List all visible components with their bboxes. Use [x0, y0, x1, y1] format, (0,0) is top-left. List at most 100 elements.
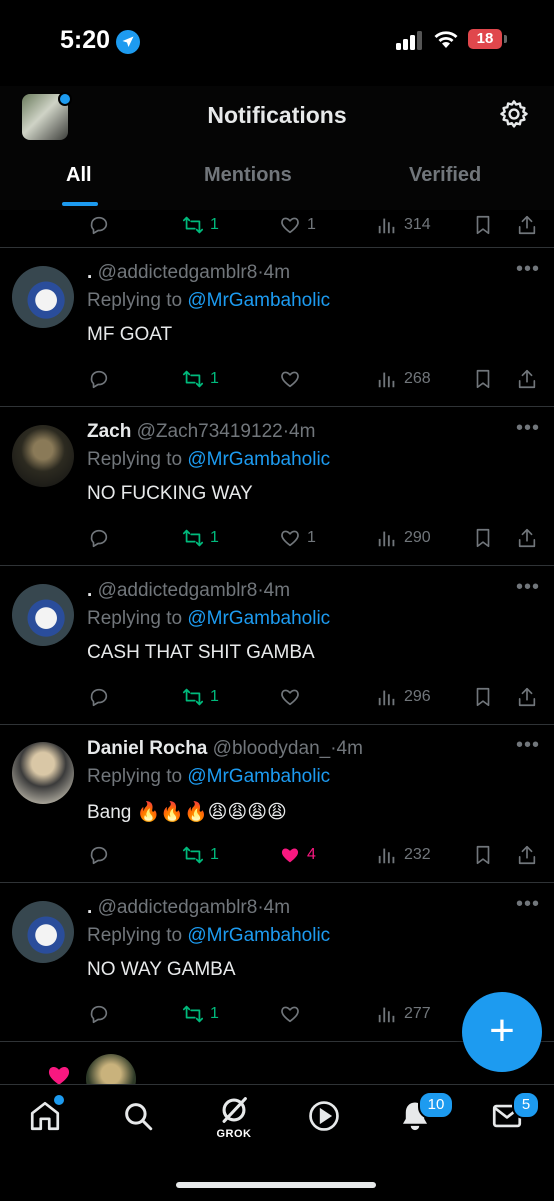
mention-link[interactable]: @MrGambaholic — [187, 290, 330, 311]
share-button[interactable] — [516, 682, 538, 712]
avatar[interactable] — [12, 425, 74, 487]
views-button[interactable]: 232 — [376, 840, 431, 870]
reply-button[interactable] — [88, 840, 110, 870]
post-text: NO FUCKING WAY — [87, 483, 253, 504]
status-time: 5:20 — [60, 26, 111, 54]
bookmark-button[interactable] — [472, 364, 494, 394]
like-count: 1 — [307, 216, 316, 233]
reply-button[interactable] — [88, 682, 110, 712]
list-item[interactable]: . @addictedgamblr8·4m ••• Replying to @M… — [0, 566, 554, 725]
list-item[interactable]: 1 1 314 — [0, 210, 554, 248]
reply-button[interactable] — [88, 210, 110, 240]
post-text: CASH THAT SHIT GAMBA — [87, 642, 315, 663]
share-button[interactable] — [516, 840, 538, 870]
like-count: 4 — [307, 846, 316, 863]
views-button[interactable]: 268 — [376, 364, 431, 394]
views-icon — [378, 372, 395, 388]
grok-tab[interactable]: GROK — [212, 1093, 256, 1149]
tab-all[interactable]: All — [66, 164, 92, 187]
mention-link[interactable]: @MrGambaholic — [187, 608, 330, 629]
avatar[interactable] — [12, 742, 74, 804]
battery-level: 18 — [468, 29, 502, 49]
retweet-button[interactable]: 1 — [182, 682, 219, 712]
author-name[interactable]: . — [87, 897, 92, 918]
author-name[interactable]: Daniel Rocha — [87, 738, 207, 759]
avatar[interactable] — [12, 901, 74, 963]
notifications-tab[interactable]: 10 — [398, 1091, 454, 1139]
like-button[interactable]: 1 — [279, 210, 316, 240]
heart-icon — [281, 689, 299, 706]
more-options-icon[interactable]: ••• — [516, 576, 540, 599]
avatar[interactable] — [12, 266, 74, 328]
post-header: . @addictedgamblr8·4m — [87, 580, 291, 601]
post-header: Zach @Zach73419122·4m — [87, 421, 316, 442]
post-time: 4m — [263, 262, 291, 283]
reply-button[interactable] — [88, 999, 110, 1029]
retweet-button[interactable]: 1 — [182, 840, 219, 870]
list-item[interactable]: . @addictedgamblr8·4m ••• Replying to @M… — [0, 248, 554, 407]
author-handle[interactable]: @addictedgamblr8 — [98, 262, 258, 283]
retweet-button[interactable]: 1 — [182, 999, 219, 1029]
retweet-button[interactable]: 1 — [182, 210, 219, 240]
bookmark-button[interactable] — [472, 523, 494, 553]
bookmark-button[interactable] — [472, 840, 494, 870]
share-button[interactable] — [516, 523, 538, 553]
tab-verified[interactable]: Verified — [409, 164, 481, 187]
like-button[interactable]: 4 — [279, 840, 316, 870]
replying-prefix: Replying to — [87, 766, 188, 787]
more-options-icon[interactable]: ••• — [516, 258, 540, 281]
reply-button[interactable] — [88, 523, 110, 553]
author-handle[interactable]: @Zach73419122 — [137, 421, 283, 442]
post-time: 4m — [336, 738, 363, 759]
bookmark-button[interactable] — [472, 210, 494, 240]
messages-badge: 5 — [512, 1091, 540, 1119]
reply-button[interactable] — [88, 364, 110, 394]
share-button[interactable] — [516, 210, 538, 240]
home-notification-dot — [54, 1095, 64, 1105]
author-handle[interactable]: @addictedgamblr8 — [98, 897, 258, 918]
author-handle[interactable]: @bloodydan_ — [213, 738, 331, 759]
author-handle[interactable]: @addictedgamblr8 — [98, 580, 258, 601]
reply-icon — [90, 846, 108, 865]
mention-link[interactable]: @MrGambaholic — [187, 449, 330, 470]
search-tab[interactable] — [121, 1099, 161, 1139]
post-actions: 1 296 — [0, 682, 554, 712]
author-name[interactable]: Zach — [87, 421, 131, 442]
like-button[interactable] — [279, 682, 307, 712]
post-actions: 1 1 314 — [0, 210, 554, 240]
retweet-count: 1 — [210, 529, 219, 546]
post-header: Daniel Rocha @bloodydan_·4m — [87, 738, 363, 759]
notifications-feed[interactable]: 1 1 314 . @addictedgamblr8·4m ••• Replyi… — [0, 210, 554, 1084]
views-button[interactable]: 277 — [376, 999, 431, 1029]
home-tab[interactable] — [28, 1095, 68, 1139]
more-options-icon[interactable]: ••• — [516, 734, 540, 757]
list-item[interactable]: Daniel Rocha @bloodydan_·4m ••• Replying… — [0, 724, 554, 883]
bookmark-button[interactable] — [472, 682, 494, 712]
avatar[interactable] — [86, 1054, 136, 1084]
list-item[interactable]: Zach @Zach73419122·4m ••• Replying to @M… — [0, 407, 554, 566]
messages-tab[interactable]: 5 — [490, 1091, 540, 1139]
retweet-count: 1 — [210, 216, 219, 233]
more-options-icon[interactable]: ••• — [516, 417, 540, 440]
like-button[interactable] — [279, 999, 307, 1029]
like-button[interactable] — [279, 364, 307, 394]
author-name[interactable]: . — [87, 262, 92, 283]
share-button[interactable] — [516, 364, 538, 394]
notifications-badge: 10 — [418, 1091, 454, 1119]
views-button[interactable]: 296 — [376, 682, 431, 712]
views-button[interactable]: 290 — [376, 523, 431, 553]
author-name[interactable]: . — [87, 580, 92, 601]
retweet-button[interactable]: 1 — [182, 523, 219, 553]
retweet-button[interactable]: 1 — [182, 364, 219, 394]
like-button[interactable]: 1 — [279, 523, 316, 553]
tab-mentions[interactable]: Mentions — [204, 164, 292, 187]
retweet-icon — [182, 688, 204, 706]
gear-icon[interactable] — [498, 98, 530, 130]
avatar[interactable] — [12, 584, 74, 646]
compose-button[interactable]: + — [462, 992, 542, 1072]
views-button[interactable]: 314 — [376, 210, 431, 240]
video-tab[interactable] — [307, 1099, 347, 1139]
mention-link[interactable]: @MrGambaholic — [187, 925, 330, 946]
more-options-icon[interactable]: ••• — [516, 893, 540, 916]
mention-link[interactable]: @MrGambaholic — [187, 766, 330, 787]
